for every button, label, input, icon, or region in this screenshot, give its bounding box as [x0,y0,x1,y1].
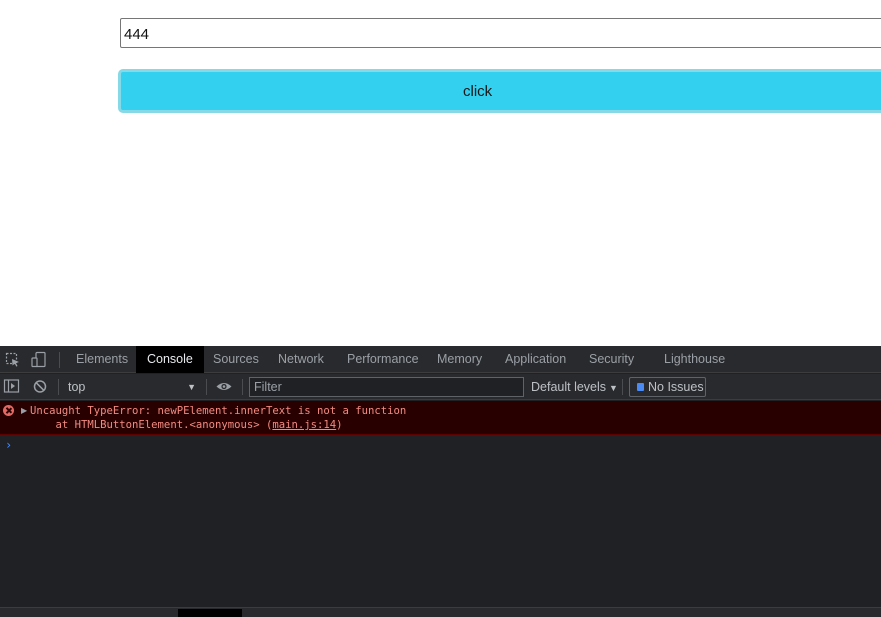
source-link[interactable]: main.js:14 [272,419,336,431]
filter-input[interactable] [249,377,524,397]
tab-lighthouse[interactable]: Lighthouse [653,346,736,373]
inspect-element-icon[interactable] [4,351,22,368]
error-text: Uncaught TypeError: newPElement.innerTex… [30,405,407,417]
horizontal-scrollbar[interactable] [0,607,881,617]
console-toolbar: top ▼ Default levels▼ No Issues [0,374,881,400]
log-levels-label: Default levels [531,380,607,394]
text-input[interactable] [120,18,881,48]
devtools-panel: Elements Console Sources Network Perform… [0,346,881,617]
toolbar-divider [206,379,207,395]
context-select[interactable]: top ▼ [64,377,200,397]
dropdown-caret-icon: ▼ [187,382,196,392]
dropdown-caret-icon: ▼ [609,383,618,393]
issues-label: No Issues [648,380,704,394]
click-button-label: click [463,82,493,100]
stack-prefix: at HTMLButtonElement.<anonymous> ( [30,419,273,431]
tab-memory[interactable]: Memory [426,346,493,373]
scrollbar-thumb[interactable] [178,609,242,617]
sidebar-toggle-icon[interactable] [3,378,21,395]
error-icon [3,405,14,416]
context-select-value: top [68,380,86,394]
toolbar-divider [242,379,243,395]
tabbar-divider [59,352,60,368]
console-prompt[interactable]: › [5,438,12,452]
stack-suffix: ) [336,419,343,431]
tab-elements[interactable]: Elements [65,346,139,373]
error-stack-line: at HTMLButtonElement.<anonymous> (main.j… [30,419,343,431]
tab-security[interactable]: Security [578,346,645,373]
toolbar-divider [58,379,59,395]
tab-sources[interactable]: Sources [202,346,270,373]
tab-network[interactable]: Network [267,346,335,373]
device-toolbar-icon[interactable] [30,351,48,368]
tab-console[interactable]: Console [136,346,204,373]
live-expression-icon[interactable] [215,378,233,395]
log-levels-dropdown[interactable]: Default levels ▼ [531,377,618,397]
expand-triangle-icon[interactable]: ▶ [21,406,27,415]
clear-console-icon[interactable] [31,378,49,395]
click-button[interactable]: click [118,69,881,113]
tab-performance[interactable]: Performance [336,346,430,373]
devtools-tabbar: Elements Console Sources Network Perform… [0,346,881,373]
issues-button[interactable]: No Issues [629,377,706,397]
toolbar-divider [622,379,623,395]
console-error-message: ▶ Uncaught TypeError: newPElement.innerT… [0,401,881,435]
page-content: click [0,0,881,346]
tab-application[interactable]: Application [494,346,577,373]
issues-icon [637,383,644,391]
